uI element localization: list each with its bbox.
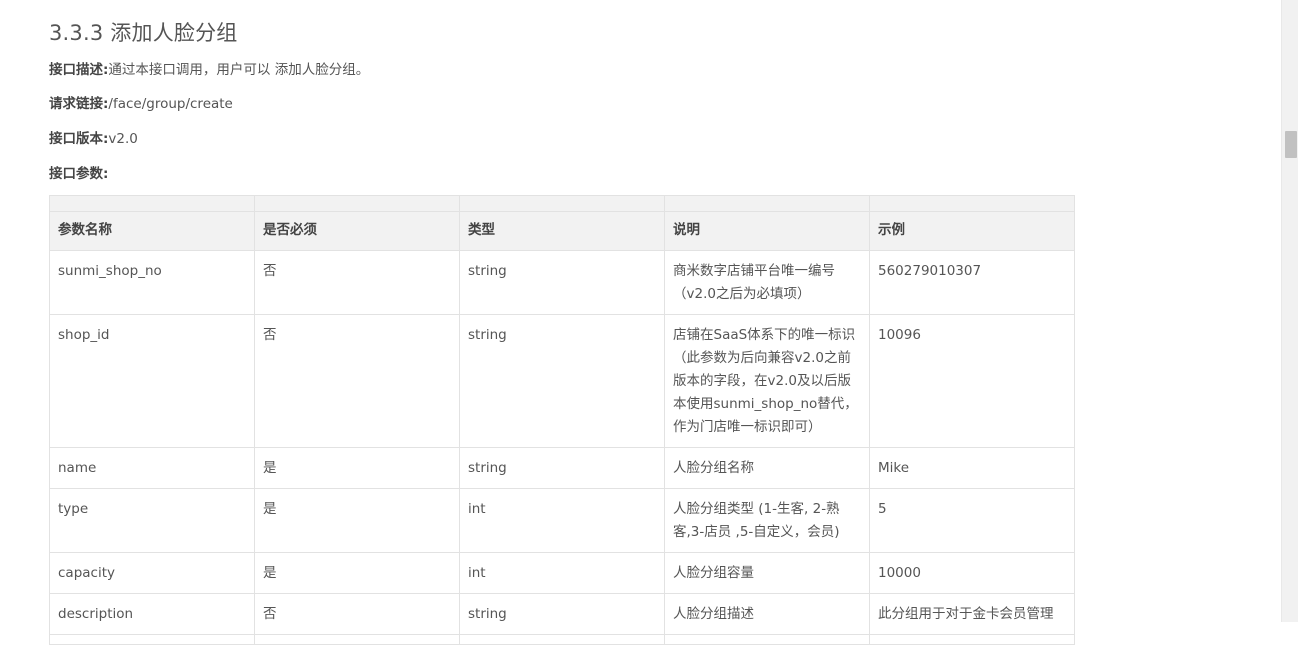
cell-param-name: shop_id bbox=[49, 314, 255, 448]
header-example: 示例 bbox=[869, 211, 1075, 251]
interface-version: 接口版本:v2.0 bbox=[49, 127, 138, 147]
url-key: 请求链接: bbox=[49, 96, 109, 112]
params-key: 接口参数: bbox=[49, 166, 109, 182]
cell-description: 人脸分组描述 bbox=[664, 593, 870, 635]
cell-required: 否 bbox=[254, 314, 460, 448]
cell-type: string bbox=[459, 593, 665, 635]
cell-description: 人脸分组类型 (1-生客, 2-熟客,3-店员 ,5-自定义，会员) bbox=[664, 488, 870, 553]
table-spacer-row bbox=[49, 195, 1075, 212]
cell-description: 人脸分组名称 bbox=[664, 447, 870, 489]
header-param-name: 参数名称 bbox=[49, 211, 255, 251]
header-description: 说明 bbox=[664, 211, 870, 251]
cell-type: int bbox=[459, 488, 665, 553]
cell-description: 店铺在SaaS体系下的唯一标识（此参数为后向兼容v2.0之前版本的字段，在v2.… bbox=[664, 314, 870, 448]
header-type: 类型 bbox=[459, 211, 665, 251]
url-value: /face/group/create bbox=[108, 96, 233, 112]
request-url: 请求链接:/face/group/create bbox=[49, 92, 233, 112]
table-row: name 是 string 人脸分组名称 Mike bbox=[49, 447, 1075, 489]
table-row: shop_id 否 string 店铺在SaaS体系下的唯一标识（此参数为后向兼… bbox=[49, 314, 1075, 448]
description-value: 通过本接口调用，用户可以 添加人脸分组。 bbox=[108, 62, 370, 78]
table-row: type 是 int 人脸分组类型 (1-生客, 2-熟客,3-店员 ,5-自定… bbox=[49, 488, 1075, 553]
cell-required: 是 bbox=[254, 447, 460, 489]
cell-example: 10000 bbox=[869, 552, 1075, 594]
table-row-cut bbox=[49, 634, 1075, 645]
cell-description: 人脸分组容量 bbox=[664, 552, 870, 594]
cell-param-name: sunmi_shop_no bbox=[49, 250, 255, 315]
table-header-row: 参数名称 是否必须 类型 说明 示例 bbox=[49, 211, 1075, 251]
cell-param-name: description bbox=[49, 593, 255, 635]
table-row: description 否 string 人脸分组描述 此分组用于对于金卡会员管… bbox=[49, 593, 1075, 635]
cell-param-name: type bbox=[49, 488, 255, 553]
cell-description: 商米数字店铺平台唯一编号（v2.0之后为必填项） bbox=[664, 250, 870, 315]
table-row: sunmi_shop_no 否 string 商米数字店铺平台唯一编号（v2.0… bbox=[49, 250, 1075, 315]
cell-example: Mike bbox=[869, 447, 1075, 489]
cell-required: 否 bbox=[254, 593, 460, 635]
version-key: 接口版本: bbox=[49, 131, 109, 147]
section-title: 3.3.3 添加人脸分组 bbox=[49, 21, 238, 45]
params-table: 参数名称 是否必须 类型 说明 示例 sunmi_shop_no 否 strin… bbox=[49, 195, 1075, 645]
cell-required: 是 bbox=[254, 552, 460, 594]
cell-type: string bbox=[459, 314, 665, 448]
vertical-scrollbar[interactable] bbox=[1281, 0, 1298, 622]
table-row: capacity 是 int 人脸分组容量 10000 bbox=[49, 552, 1075, 594]
cell-example: 5 bbox=[869, 488, 1075, 553]
interface-description: 接口描述:通过本接口调用，用户可以 添加人脸分组。 bbox=[49, 58, 369, 78]
cell-example: 560279010307 bbox=[869, 250, 1075, 315]
cell-example: 此分组用于对于金卡会员管理 bbox=[869, 593, 1075, 635]
cell-type: string bbox=[459, 250, 665, 315]
description-key: 接口描述: bbox=[49, 62, 109, 78]
cell-type: string bbox=[459, 447, 665, 489]
cell-param-name: capacity bbox=[49, 552, 255, 594]
cell-required: 是 bbox=[254, 488, 460, 553]
cell-example: 10096 bbox=[869, 314, 1075, 448]
version-value: v2.0 bbox=[108, 131, 138, 147]
cell-type: int bbox=[459, 552, 665, 594]
header-required: 是否必须 bbox=[254, 211, 460, 251]
scrollbar-thumb[interactable] bbox=[1285, 131, 1297, 158]
cell-required: 否 bbox=[254, 250, 460, 315]
interface-params-heading: 接口参数: bbox=[49, 162, 108, 182]
cell-param-name: name bbox=[49, 447, 255, 489]
